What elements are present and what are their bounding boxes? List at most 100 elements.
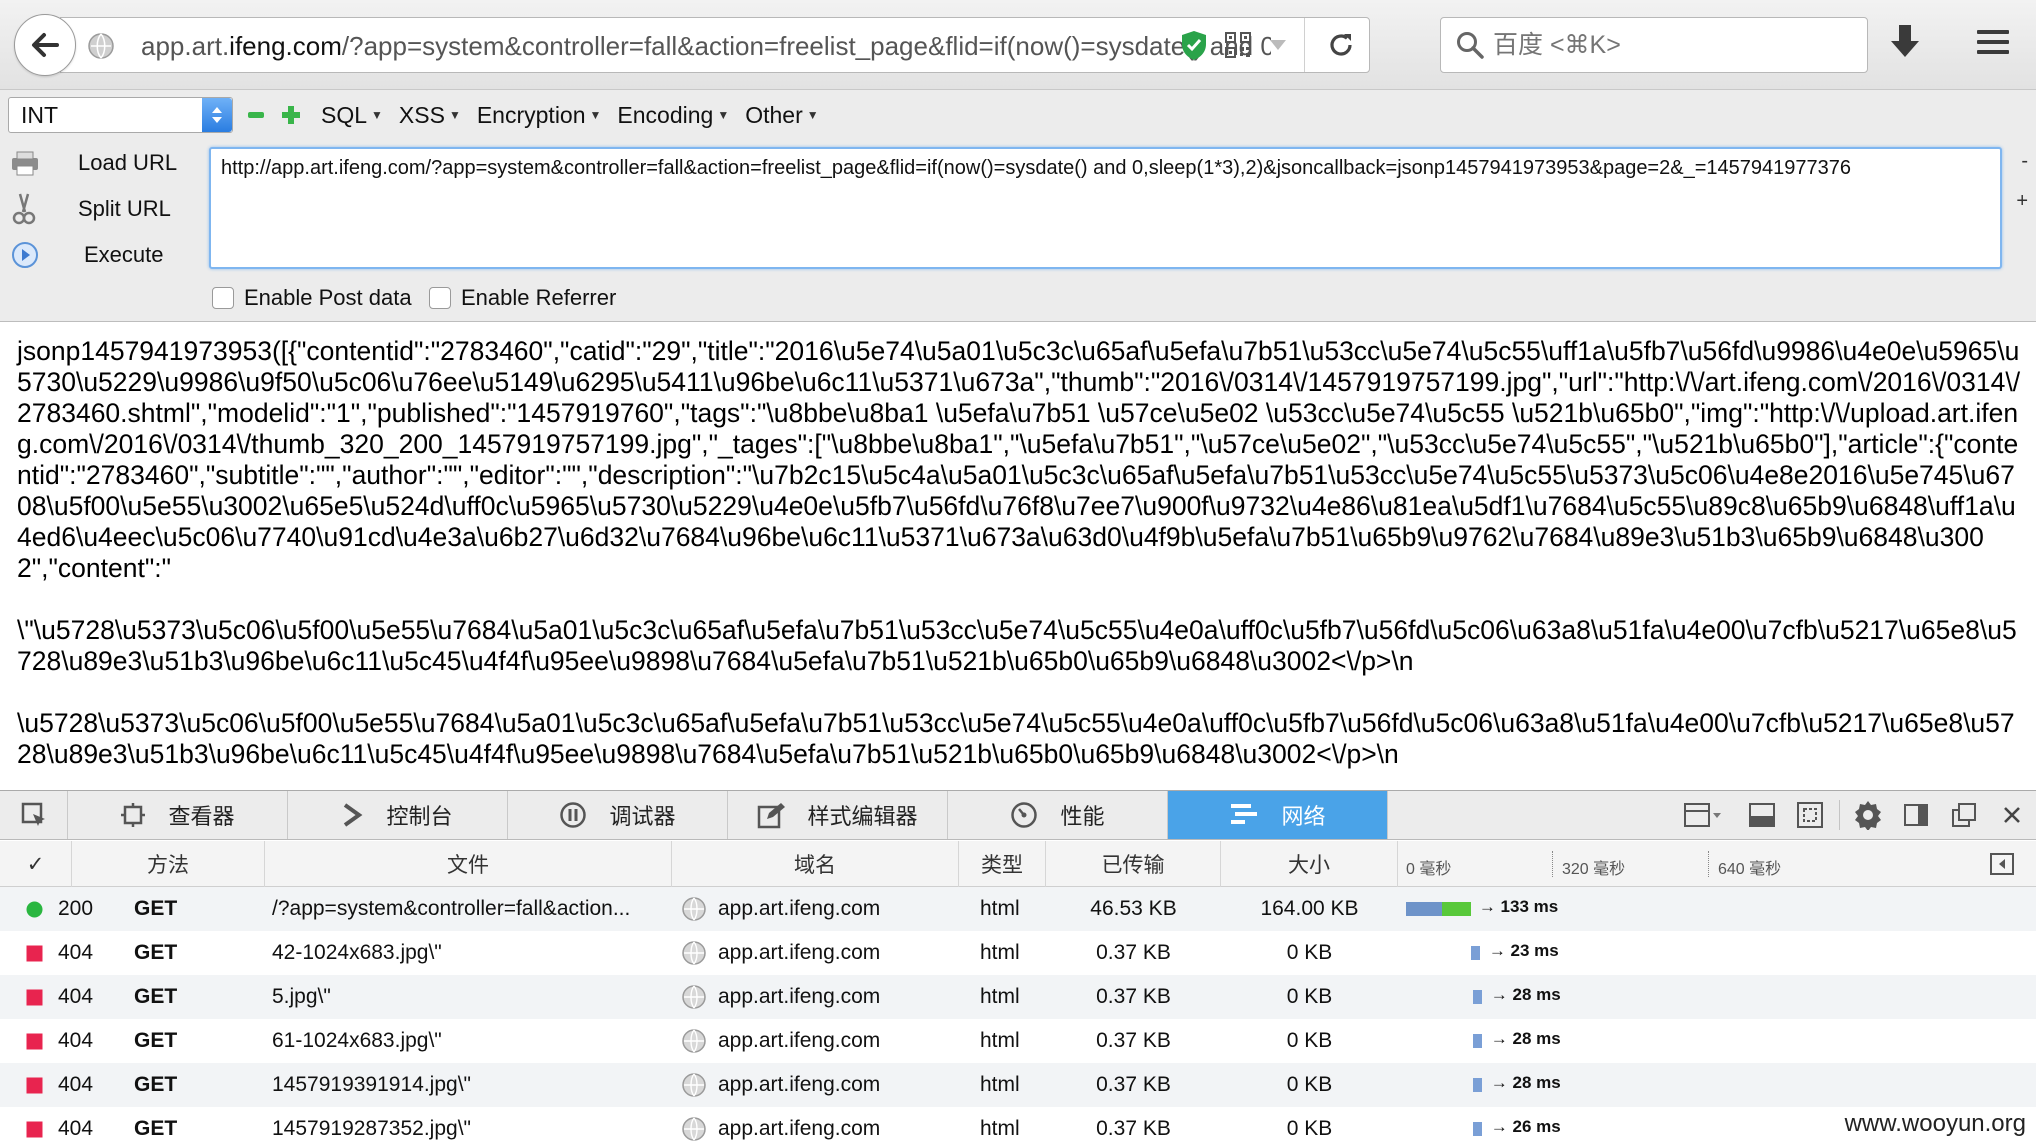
execute-label: Execute (84, 242, 164, 267)
search-bar[interactable] (1440, 17, 1868, 73)
table-row[interactable]: 404 GET 42-1024x683.jpg\" app.art.ifeng.com… (0, 931, 2036, 975)
menu-encoding[interactable]: Encoding ▼ (617, 102, 729, 129)
checkbox-box (212, 287, 234, 309)
tab-performance[interactable]: 性能 (948, 791, 1168, 839)
status-indicator-icon (26, 1077, 43, 1094)
menu-xss[interactable]: XSS ▼ (399, 102, 461, 129)
menu-sql[interactable]: SQL ▼ (321, 102, 383, 129)
toggle-sidebar-icon[interactable] (1990, 853, 2014, 875)
settings-gear-icon[interactable] (1844, 791, 1892, 839)
minus-green-icon[interactable] (247, 110, 265, 120)
search-input[interactable] (1493, 28, 1853, 62)
screenshot-frame-icon[interactable] (1786, 791, 1834, 839)
scissors-icon (10, 192, 38, 226)
back-arrow-icon (32, 33, 59, 57)
request-method: GET (134, 1073, 178, 1096)
execute-button[interactable]: Execute (10, 235, 164, 275)
request-transferred: 46.53 KB (1090, 897, 1177, 920)
menu-other[interactable]: Other ▼ (745, 102, 818, 129)
request-file: 61-1024x683.jpg\" (272, 1029, 442, 1052)
split-console-icon[interactable] (1668, 791, 1738, 839)
reload-icon[interactable] (1313, 18, 1369, 72)
enable-referrer-checkbox[interactable]: Enable Referrer (429, 285, 616, 311)
url-textarea[interactable]: http://app.art.ifeng.com/?app=system&con… (209, 147, 2002, 269)
url-domain: ifeng.com (229, 31, 342, 61)
timing-bar (1472, 1122, 1482, 1136)
responsive-mode-icon[interactable] (1738, 791, 1786, 839)
url-text[interactable]: app.art.ifeng.com/?app=system&controller… (141, 31, 1271, 61)
tab-network[interactable]: 网络 (1168, 791, 1388, 839)
request-size: 0 KB (1286, 985, 1333, 1008)
load-url-button[interactable]: Load URL (10, 143, 177, 183)
caret-down-icon: ▼ (717, 108, 730, 122)
close-icon[interactable] (1988, 791, 2036, 839)
column-type[interactable]: 类型 (959, 841, 1046, 887)
split-url-button[interactable]: Split URL (10, 189, 171, 229)
request-type: html (980, 985, 1020, 1008)
request-type: html (980, 1117, 1020, 1140)
request-method: GET (134, 1117, 178, 1140)
table-row[interactable]: 404 GET 5.jpg\" app.art.ifeng.com html 0.37 K… (0, 975, 2036, 1019)
select-arrows-icon (202, 98, 232, 132)
column-file[interactable]: 文件 (265, 841, 672, 887)
request-timing: → 28 ms (1490, 1029, 1561, 1048)
request-size: 0 KB (1286, 1029, 1333, 1052)
status-code: 404 (58, 1073, 94, 1096)
qr-code-icon[interactable] (1216, 18, 1260, 72)
request-size: 0 KB (1286, 1073, 1333, 1096)
tab-inspector[interactable]: 查看器 (68, 791, 288, 839)
column-size[interactable]: 大小 (1221, 841, 1398, 887)
divider (1304, 18, 1305, 72)
status-indicator-icon (26, 901, 43, 918)
column-timeline[interactable]: 0 毫秒 320 毫秒 640 毫秒 (1398, 841, 2036, 887)
domain-globe-icon (681, 1063, 707, 1107)
dock-side-icon[interactable] (1892, 791, 1940, 839)
column-domain[interactable]: 域名 (672, 841, 959, 887)
table-row[interactable]: 404 GET 1457919391914.jpg\" app.art.ifeng.c… (0, 1063, 2036, 1107)
menu-other-label: Other (745, 101, 803, 128)
timeline-mark: 640 毫秒 (1718, 861, 1782, 878)
tab-style-editor[interactable]: 样式编辑器 (728, 791, 948, 839)
column-transferred[interactable]: 已传输 (1046, 841, 1221, 887)
download-icon[interactable] (1888, 22, 1922, 67)
status-indicator-icon (26, 945, 43, 962)
status-indicator-icon (26, 989, 43, 1006)
url-prefix: app.art. (141, 31, 230, 61)
url-bar[interactable]: app.art.ifeng.com/?app=system&controller… (60, 17, 1370, 73)
timing-bar (1472, 1034, 1482, 1048)
request-domain: app.art.ifeng.com (718, 1073, 881, 1096)
menu-encryption[interactable]: Encryption ▼ (477, 102, 602, 129)
table-row[interactable]: 404 GET 1457919287352.jpg\" app.art.ifeng.c… (0, 1107, 2036, 1148)
caret-down-icon: ▼ (448, 108, 461, 122)
page-content: jsonp1457941973953([{"contentid":"278346… (0, 323, 2036, 790)
request-file: /?app=system&controller=fall&action... (272, 897, 631, 920)
timing-bar-receiving (1441, 902, 1471, 916)
shrink-textarea-button[interactable]: - (2021, 150, 2028, 173)
watermark: www.wooyun.org (1844, 1110, 2026, 1137)
tab-debugger-label: 调试器 (609, 804, 676, 829)
tab-style-editor-label: 样式编辑器 (807, 804, 918, 829)
shield-icon[interactable] (1172, 18, 1216, 72)
table-row[interactable]: 200 GET /?app=system&controller=fall&actio… (0, 887, 2036, 931)
pick-element-button[interactable] (0, 791, 68, 839)
tab-debugger[interactable]: 调试器 (508, 791, 728, 839)
url-path: /?app=system&controller=fall&action=free… (341, 31, 1271, 61)
grow-textarea-button[interactable]: + (2016, 190, 2028, 213)
request-transferred: 0.37 KB (1096, 941, 1171, 964)
tab-console[interactable]: 控制台 (288, 791, 508, 839)
status-code: 404 (58, 1029, 94, 1052)
dropdown-arrow-icon[interactable] (1260, 18, 1296, 72)
navigation-toolbar: app.art.ifeng.com/?app=system&controller… (0, 0, 2036, 90)
column-method[interactable]: 方法 (72, 841, 265, 887)
request-transferred: 0.37 KB (1096, 1073, 1171, 1096)
back-button[interactable] (14, 14, 76, 76)
undock-window-icon[interactable] (1940, 791, 1988, 839)
request-type: html (980, 941, 1020, 964)
column-status[interactable]: ✓ (0, 841, 72, 887)
request-transferred: 0.37 KB (1096, 1029, 1171, 1052)
type-select[interactable]: INT (8, 97, 233, 133)
plus-green-icon[interactable] (281, 105, 301, 125)
table-row[interactable]: 404 GET 61-1024x683.jpg\" app.art.ifeng.com… (0, 1019, 2036, 1063)
enable-post-checkbox[interactable]: Enable Post data (212, 285, 412, 311)
hamburger-menu-icon[interactable] (1975, 24, 2011, 65)
